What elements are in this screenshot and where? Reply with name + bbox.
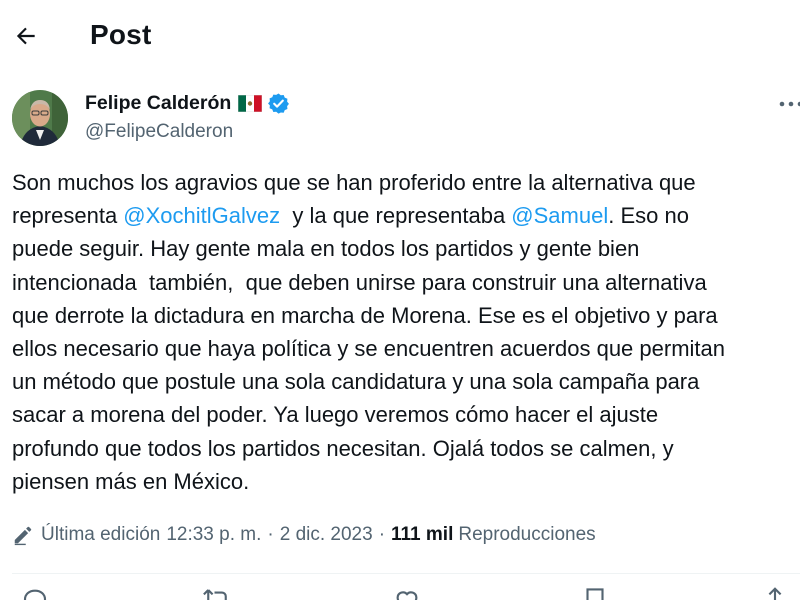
repost-icon	[203, 589, 227, 600]
mention-link[interactable]: @XochitlGalvez	[123, 203, 280, 228]
post-text-segment: puede seguir. Hay gente mala en todos lo…	[12, 236, 640, 262]
post-text-segment: piensen más en México.	[12, 468, 250, 494]
mexico-flag-icon	[238, 95, 263, 112]
page-title: Post	[90, 19, 152, 50]
post-text-line: piensen más en México.	[12, 465, 800, 498]
post-text-segment: Son muchos los agravios que se han profe…	[12, 170, 696, 195]
bookmark-icon	[586, 588, 604, 600]
separator: ·	[378, 524, 386, 545]
post-text-line: un método que postule una sola candidatu…	[12, 365, 800, 398]
reply-button[interactable]	[20, 585, 50, 600]
more-horizontal-icon	[779, 101, 800, 107]
post-text-line: profundo que todos los partidos necesita…	[12, 432, 800, 465]
post-time[interactable]: 12:33 p. m.	[166, 524, 261, 546]
arrow-left-icon	[16, 27, 35, 45]
post-date[interactable]: 2 dic. 2023	[280, 524, 373, 546]
views-count: 111 mil	[391, 524, 454, 545]
back-button[interactable]	[10, 20, 42, 52]
post-text-segment: y la que representaba	[280, 203, 512, 229]
author-name-row: Felipe Calderón	[85, 92, 290, 115]
action-bar	[0, 585, 800, 600]
post-text-line: ellos necesario que haya política y se e…	[12, 332, 800, 365]
post-page: Post Felipe Calderón @FelipeCalderon Son…	[0, 0, 800, 600]
verified-badge-icon[interactable]	[267, 92, 290, 115]
post-text-line: sacar a morena del poder. Ya luego verem…	[12, 398, 800, 431]
like-icon	[396, 591, 418, 600]
post-text-segment: representa	[12, 203, 124, 229]
pencil-edit-icon	[14, 526, 32, 546]
separator: ·	[267, 524, 274, 545]
post-text-line: que derrote la dictadura en marcha de Mo…	[12, 299, 800, 332]
bookmark-button[interactable]	[580, 585, 610, 600]
repost-button[interactable]	[202, 585, 232, 600]
post-text-segment: un método que postule una sola candidatu…	[12, 369, 700, 395]
post-author: Felipe Calderón @FelipeCalderon	[0, 86, 800, 150]
post-text-line: puede seguir. Hay gente mala en todos lo…	[12, 232, 800, 265]
post-meta: Última edición 12:33 p. m. · 2 dic. 2023…	[12, 524, 596, 546]
reply-icon	[23, 589, 47, 600]
post-text: Son muchos los agravios que se han profe…	[12, 166, 800, 498]
mention-link[interactable]: @Samuel	[511, 203, 608, 228]
share-icon	[768, 587, 782, 600]
post-text-line: Son muchos los agravios que se han profe…	[12, 166, 800, 199]
post-text-segment: ellos necesario que haya política y se e…	[12, 335, 726, 361]
share-button[interactable]	[760, 585, 790, 600]
top-bar: Post	[0, 0, 800, 72]
post-text-segment: intencionada también, que deben unirse p…	[12, 269, 707, 295]
more-options-button[interactable]	[776, 92, 800, 116]
like-button[interactable]	[392, 585, 422, 600]
post-text-segment: sacar a morena del poder. Ya luego verem…	[12, 402, 659, 428]
avatar[interactable]	[12, 90, 68, 146]
divider	[12, 573, 800, 574]
post-text-line: representa @XochitlGalvez y la que repre…	[12, 199, 800, 232]
post-text-line: intencionada también, que deben unirse p…	[12, 266, 800, 299]
post-text-segment: . Eso no	[608, 203, 689, 229]
post-text-segment: que derrote la dictadura en marcha de Mo…	[12, 302, 718, 328]
author-name[interactable]: Felipe Calderón	[85, 92, 231, 115]
views-label: Reproducciones	[458, 524, 596, 545]
avatar-image	[12, 90, 68, 146]
author-handle[interactable]: @FelipeCalderon	[85, 121, 233, 143]
post-text-segment: profundo que todos los partidos necesita…	[12, 435, 674, 461]
edited-label[interactable]: Última edición	[41, 524, 160, 546]
